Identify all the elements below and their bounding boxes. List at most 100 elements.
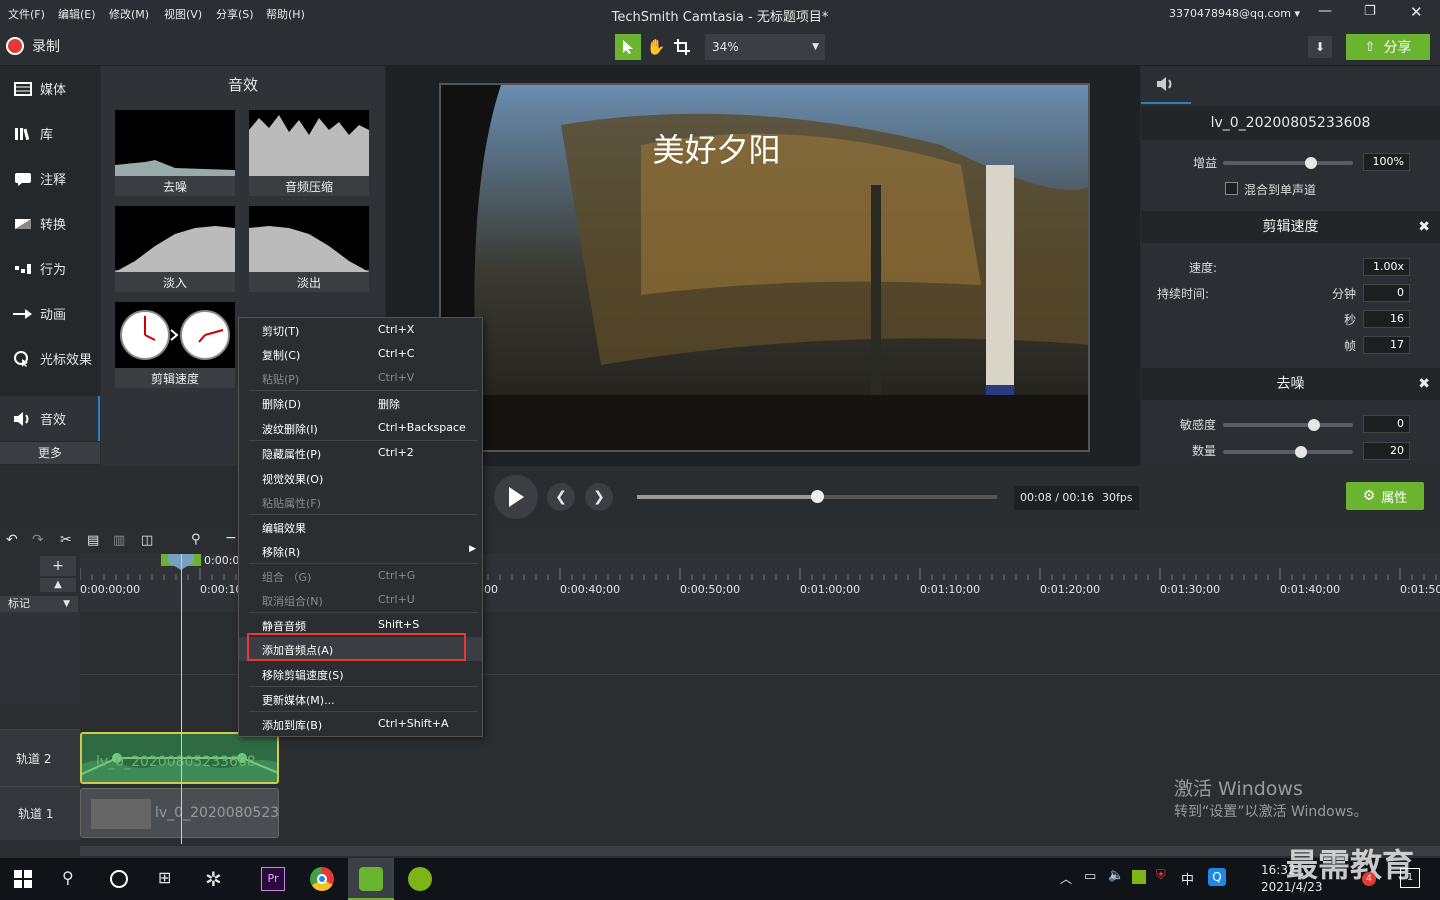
volume-icon[interactable]: 🔈 [1108,868,1124,883]
effect-audio-compression[interactable]: 音频压缩 [249,110,369,196]
track-2-header[interactable]: 轨道 2 [0,729,80,786]
gain-slider[interactable] [1223,157,1353,169]
amount-knob[interactable] [1295,446,1307,458]
effect-fade-out[interactable]: 淡出 [249,206,369,292]
track-1-clip[interactable]: lv_0_2020080523 [80,788,279,838]
sidebar-item-audio-effects[interactable]: 音效 [0,396,100,441]
menu-modify[interactable]: 修改(M) [109,6,149,22]
paste-icon[interactable]: ▥ [113,533,125,548]
sensitivity-slider[interactable] [1223,419,1353,431]
record-button[interactable]: 录制 [6,36,60,56]
copy-icon[interactable]: ▤ [87,533,99,548]
zoom-out-icon[interactable]: − [225,530,237,546]
security-shield-icon[interactable]: ⛨ [1156,868,1166,883]
restore-icon[interactable]: ❐ [1364,4,1376,19]
sensitivity-value[interactable]: 0 [1363,415,1410,433]
split-icon[interactable]: ◫ [141,533,153,548]
previous-icon[interactable]: ❮ [547,483,575,511]
gain-knob[interactable] [1305,157,1318,169]
chevron-up-icon[interactable]: ︿ [1060,870,1072,887]
zoom-select[interactable]: 34% ▼ [705,34,825,60]
menu-item-copy[interactable]: 复制(C) Ctrl+C [239,342,482,366]
frames-value[interactable]: 17 [1363,336,1410,354]
crop-tool[interactable] [670,34,694,60]
share-button[interactable]: ⇧ 分享 [1346,34,1430,60]
menu-item-cut[interactable]: 剪切(T) Ctrl+X [239,318,482,342]
menu-view[interactable]: 视图(V) [164,6,202,22]
sidebar-item-cursor-effects[interactable]: 光标效果 [0,336,100,381]
effect-clip-speed[interactable]: 剪辑速度 [115,302,235,388]
menu-item-group[interactable]: 组合 （G) Ctrl+G [239,564,482,588]
properties-button[interactable]: ⚙ 属性 [1346,482,1424,510]
gain-value[interactable]: 100% [1363,153,1410,171]
playback-scrubber[interactable] [637,490,997,503]
minutes-value[interactable]: 0 [1363,284,1410,302]
qq-icon[interactable]: Q [1208,868,1226,886]
menu-item-add-to-library[interactable]: 添加到库(B) Ctrl+Shift+A [239,712,482,736]
nvidia-icon[interactable] [1132,870,1146,884]
pinwheel-app-icon[interactable]: ✲ [205,867,222,891]
cortana-icon[interactable] [110,870,128,888]
cut-icon[interactable]: ✂ [60,532,72,548]
menu-edit[interactable]: 编辑(E) [58,6,96,22]
speed-value[interactable]: 1.00x [1363,258,1410,276]
audio-properties-tab[interactable] [1141,66,1191,104]
undo-icon[interactable]: ↶ [6,532,18,548]
more-button[interactable]: 更多 [0,442,100,464]
effect-denoise[interactable]: 去噪 [115,110,235,196]
redo-icon[interactable]: ↷ [32,532,44,548]
markers-toggle[interactable]: 标记 ▼ [0,596,78,612]
next-icon[interactable]: ❯ [585,483,613,511]
camtasia-taskbar-button[interactable] [348,858,394,900]
menu-help[interactable]: 帮助(H) [266,6,305,22]
chrome-icon[interactable] [310,867,334,891]
pan-hand-icon[interactable]: ✋ [644,34,668,60]
menu-item-paste[interactable]: 粘贴(P) Ctrl+V [239,366,482,390]
menu-share[interactable]: 分享(S) [216,6,254,22]
seconds-value[interactable]: 16 [1363,310,1410,328]
menu-item-ripple-delete[interactable]: 波纹删除(I) Ctrl+Backspace [239,416,482,440]
sidebar-item-behaviors[interactable]: 行为 [0,246,100,291]
mix-mono-checkbox[interactable] [1225,182,1238,195]
zoom-icon[interactable]: ⚲ [191,532,201,547]
menu-item-visual-effects[interactable]: 视觉效果(O) [239,466,482,490]
timeline-scrollbar[interactable] [80,846,1440,856]
account-menu[interactable]: 3370478948@qq.com ▾ [1169,7,1300,20]
video-preview[interactable]: 美好夕阳 [439,83,1090,452]
add-track-icon[interactable]: + [40,556,76,576]
scrubber-knob[interactable] [811,490,824,503]
amount-value[interactable]: 20 [1363,442,1410,460]
close-icon[interactable]: ✖ [1418,211,1430,243]
watermelon-app-icon[interactable] [408,867,432,891]
download-icon[interactable]: ⬇ [1308,36,1332,58]
menu-item-remove-clip-speed[interactable]: 移除剪辑速度(S) [239,662,482,686]
menu-item-ungroup[interactable]: 取消组合(N) Ctrl+U [239,588,482,612]
effect-fade-in[interactable]: 淡入 [115,206,235,292]
search-icon[interactable]: ⚲ [62,868,74,887]
track-1-header[interactable]: 轨道 1 [0,786,80,840]
sidebar-item-animations[interactable]: 动画 [0,291,100,336]
chevron-up-icon[interactable]: ▲ [40,578,76,592]
select-tool[interactable] [615,34,641,60]
menu-file[interactable]: 文件(F) [8,6,45,22]
track-2-clip[interactable]: lv_0_20200805233608 [80,732,279,784]
play-button[interactable] [494,475,538,519]
sidebar-item-library[interactable]: 库 [0,111,100,156]
network-icon[interactable]: ▭ [1084,869,1096,884]
ime-indicator[interactable]: 中 [1181,869,1194,888]
close-icon[interactable]: ✕ [1410,3,1423,21]
sidebar-item-transitions[interactable]: 转换 [0,201,100,246]
menu-item-hide-properties[interactable]: 隐藏属性(P) Ctrl+2 [239,441,482,465]
sensitivity-knob[interactable] [1308,419,1320,431]
video-caption[interactable]: 美好夕阳 [441,125,992,171]
menu-item-edit-effects[interactable]: 编辑效果 [239,515,482,539]
menu-item-remove[interactable]: 移除(R) ▶ [239,539,482,563]
menu-item-paste-properties[interactable]: 粘贴属性(F) [239,490,482,514]
sidebar-item-media[interactable]: 媒体 [0,66,100,111]
task-view-icon[interactable]: ⊞ [158,868,171,887]
windows-start-icon[interactable] [14,870,32,891]
premiere-icon[interactable]: Pr [261,867,285,891]
action-center-icon[interactable]: 1 [1400,868,1420,888]
menu-item-update-media[interactable]: 更新媒体(M)... [239,687,482,711]
close-icon[interactable]: ✖ [1418,368,1430,400]
